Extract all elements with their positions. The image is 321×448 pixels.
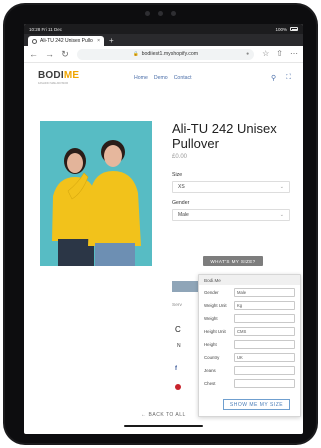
partial-text: N (177, 343, 181, 349)
gender-input[interactable]: Male (234, 287, 295, 297)
popup-row-gender: Gender Male (199, 286, 300, 298)
whats-my-size-button[interactable]: WHAT'S MY SIZE? (203, 256, 263, 266)
weight-unit-input[interactable]: Kg (234, 300, 295, 310)
field-label: Weight Unit (204, 302, 227, 308)
size-label: Size (172, 172, 183, 178)
popup-row-jeans: Jeans (199, 364, 300, 376)
chevron-down-icon: ⌄ (279, 184, 284, 190)
product-price: £0.00 (172, 154, 188, 160)
chest-input[interactable] (234, 378, 295, 388)
service-text: Serv (172, 303, 182, 308)
jeans-input[interactable] (234, 365, 295, 375)
field-label: Jeans (204, 367, 216, 373)
popup-header: Bodi.Me (199, 275, 300, 285)
field-label: Gender (204, 289, 219, 295)
facebook-icon[interactable]: f (175, 366, 177, 372)
show-me-my-size-button[interactable]: SHOW ME MY SIZE (223, 399, 290, 410)
field-label: Country (204, 354, 220, 360)
gender-value: Male (178, 212, 189, 218)
size-select[interactable]: XS ⌄ (172, 181, 290, 193)
height-input[interactable] (234, 339, 295, 349)
weight-input[interactable] (234, 313, 295, 323)
field-label: Weight (204, 315, 218, 321)
popup-row-weight: Weight (199, 312, 300, 324)
size-advisor-popup: Bodi.Me Gender Male Weight Unit Kg Weigh… (198, 274, 301, 417)
product-info: Ali-TU 242 Unisex Pullover £0.00 Size XS… (172, 121, 290, 221)
field-label: Chest (204, 380, 216, 386)
page-content: Ali-TU 242 Unisex Pullover £0.00 Size XS… (24, 24, 303, 434)
popup-row-country: Country UK (199, 351, 300, 363)
product-photo (40, 121, 152, 266)
popup-row-chest: Chest (199, 377, 300, 389)
field-label: Height Unit (204, 328, 226, 334)
field-label: Height (204, 341, 217, 347)
chevron-down-icon: ⌄ (279, 212, 284, 218)
partial-heading: C (175, 325, 181, 334)
home-indicator[interactable] (124, 425, 203, 427)
back-to-all-link[interactable]: ← BACK TO ALL (24, 412, 303, 418)
models-illustration (40, 121, 152, 266)
height-unit-input[interactable]: CMS (234, 326, 295, 336)
camera-dots (145, 11, 176, 16)
size-value: XS (178, 184, 185, 190)
gender-label: Gender (172, 200, 190, 206)
country-input[interactable]: UK (234, 352, 295, 362)
popup-row-height-unit: Height Unit CMS (199, 325, 300, 337)
gender-select[interactable]: Male ⌄ (172, 209, 290, 221)
popup-row-weight-unit: Weight Unit Kg (199, 299, 300, 311)
popup-row-height: Height (199, 338, 300, 350)
pinterest-icon[interactable] (175, 384, 181, 390)
product-title: Ali-TU 242 Unisex Pullover (172, 121, 277, 151)
